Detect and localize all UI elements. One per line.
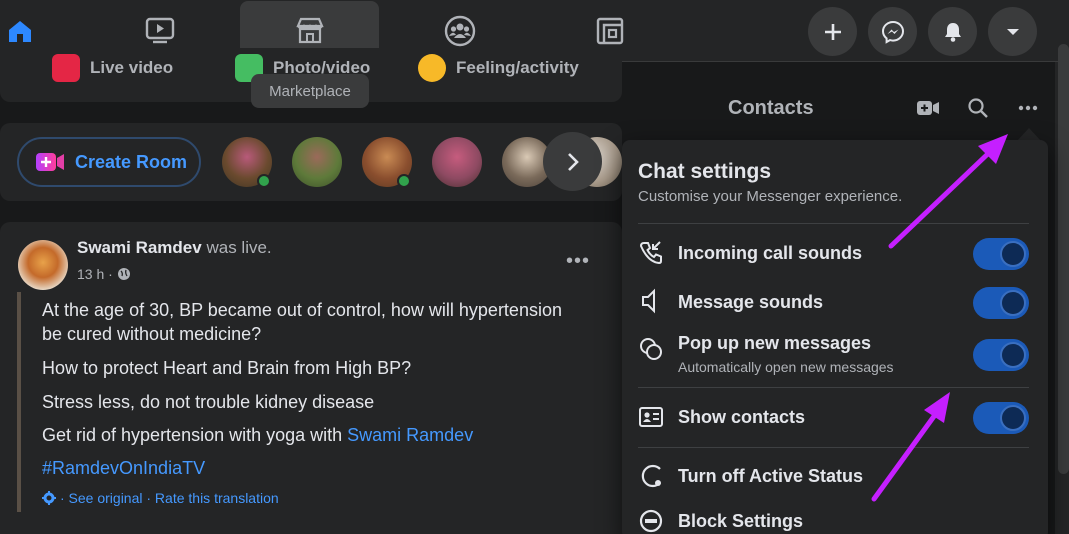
bell-icon xyxy=(944,22,961,42)
contact-card-icon xyxy=(638,404,664,430)
post-text-line: At the age of 30, BP became out of contr… xyxy=(42,300,562,320)
message-sounds-label: Message sounds xyxy=(678,292,824,312)
live-video-icon xyxy=(52,54,80,82)
chat-settings-subtitle: Customise your Messenger experience. xyxy=(638,188,903,205)
caret-down-icon xyxy=(1006,28,1019,35)
toggle-knob xyxy=(1000,241,1026,267)
marketplace-tooltip: Marketplace xyxy=(251,74,369,108)
gaming-icon xyxy=(596,17,624,45)
author-avatar[interactable] xyxy=(18,240,68,290)
post-header: Swami Ramdev was live. xyxy=(77,238,272,258)
quote-bar xyxy=(17,292,21,512)
plus-icon xyxy=(824,23,841,40)
post-options-button[interactable]: ••• xyxy=(566,250,590,273)
post-time[interactable]: 13 h · xyxy=(77,266,113,282)
groups-icon xyxy=(444,15,476,47)
scrollbar-thumb[interactable] xyxy=(1058,44,1069,474)
chat-settings-title: Chat settings xyxy=(638,160,772,183)
more-horizontal-icon xyxy=(1018,105,1038,111)
active-status-option[interactable]: Turn off Active Status xyxy=(678,466,863,487)
search-contacts-button[interactable] xyxy=(966,96,990,120)
speaker-icon xyxy=(638,288,664,314)
rooms-bar: Create Room xyxy=(0,123,622,201)
new-room-button[interactable] xyxy=(916,96,940,120)
account-button[interactable] xyxy=(988,7,1037,56)
block-icon xyxy=(638,508,664,534)
chevron-right-icon xyxy=(567,152,579,171)
hashtag-link[interactable]: #RamdevOnIndiaTV xyxy=(42,456,205,480)
toggle-knob xyxy=(1000,342,1026,368)
feeling-button[interactable]: Feeling/activity xyxy=(418,54,579,82)
feed-post: Swami Ramdev was live. 13 h · ••• At the… xyxy=(0,222,622,534)
home-icon xyxy=(9,21,31,42)
facebook-screen: Live video Photo/video Feeling/activity … xyxy=(0,0,1069,534)
active-status-icon xyxy=(638,463,664,489)
contacts-title: Contacts xyxy=(728,97,814,119)
room-avatar[interactable] xyxy=(292,137,342,187)
post-text: Get rid of hypertension with yoga with xyxy=(42,425,348,445)
live-video-button[interactable]: Live video xyxy=(52,54,173,82)
notifications-button[interactable] xyxy=(928,7,977,56)
create-room-button[interactable]: Create Room xyxy=(17,137,201,187)
divider xyxy=(638,223,1029,224)
search-icon xyxy=(968,98,988,118)
post-text-line: Stress less, do not trouble kidney disea… xyxy=(42,392,375,412)
post-action: was live. xyxy=(201,238,272,257)
post-text-line: be cured without medicine? xyxy=(42,324,262,344)
globe-icon xyxy=(117,268,130,280)
post-meta: 13 h · xyxy=(77,266,131,282)
show-contacts-label: Show contacts xyxy=(678,407,806,427)
online-indicator xyxy=(257,174,271,188)
toggle-knob xyxy=(1000,405,1026,431)
post-text-line: How to protect Heart and Brain from High… xyxy=(42,358,412,378)
contacts-options-button[interactable] xyxy=(1016,96,1040,120)
rooms-next-button[interactable] xyxy=(543,132,602,191)
feeling-label: Feeling/activity xyxy=(456,58,579,77)
video-plus-icon xyxy=(917,101,939,115)
incoming-call-icon xyxy=(638,240,664,266)
show-contacts-toggle[interactable] xyxy=(973,402,1029,434)
popup-messages-toggle[interactable] xyxy=(973,339,1029,371)
translation-row: · See original · Rate this translation xyxy=(42,490,279,506)
post-text-line: Get rid of hypertension with yoga with S… xyxy=(42,423,473,447)
popup-messages-description: Automatically open new messages xyxy=(678,359,894,375)
messenger-icon xyxy=(881,20,904,44)
feeling-icon xyxy=(418,54,446,82)
create-room-label: Create Room xyxy=(75,151,188,172)
messenger-button[interactable] xyxy=(868,7,917,56)
divider xyxy=(638,447,1029,448)
popup-messages-label: Pop up new messages xyxy=(678,333,872,353)
toggle-knob xyxy=(1000,290,1026,316)
popup-chat-icon xyxy=(638,336,664,362)
gear-icon xyxy=(42,491,56,505)
incoming-call-sounds-label: Incoming call sounds xyxy=(678,243,863,263)
author-link[interactable]: Swami Ramdev xyxy=(347,425,473,445)
author-name[interactable]: Swami Ramdev xyxy=(77,238,202,257)
marketplace-icon xyxy=(295,17,324,44)
video-camera-plus-icon xyxy=(36,153,64,171)
divider xyxy=(638,387,1029,388)
room-avatar[interactable] xyxy=(432,137,482,187)
create-button[interactable] xyxy=(808,7,857,56)
incoming-call-sounds-toggle[interactable] xyxy=(973,238,1029,270)
translation-links[interactable]: · See original · Rate this translation xyxy=(60,490,279,506)
watch-icon xyxy=(145,17,175,44)
online-indicator xyxy=(397,174,411,188)
message-sounds-toggle[interactable] xyxy=(973,287,1029,319)
live-video-label: Live video xyxy=(90,58,174,77)
block-settings-option[interactable]: Block Settings xyxy=(678,511,803,532)
